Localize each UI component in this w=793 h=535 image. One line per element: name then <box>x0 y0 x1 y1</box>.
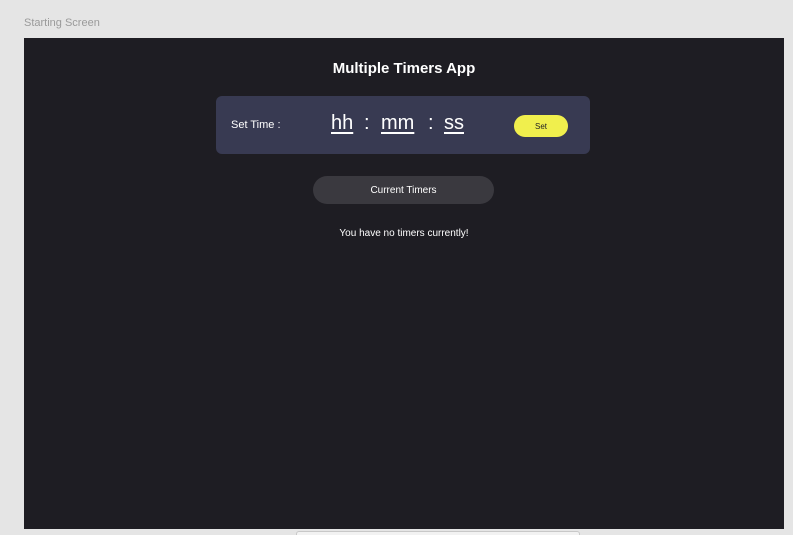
time-separator: : <box>364 112 370 134</box>
seconds-field[interactable]: ss <box>444 112 464 135</box>
hours-field[interactable]: hh <box>331 112 353 135</box>
bottom-scroll-tab <box>296 531 580 535</box>
minutes-field[interactable]: mm <box>381 112 414 135</box>
time-separator: : <box>428 112 434 134</box>
frame-label: Starting Screen <box>24 17 100 29</box>
design-canvas: Starting Screen Multiple Timers App Set … <box>0 0 793 535</box>
current-timers-button[interactable]: Current Timers <box>313 176 494 204</box>
set-time-label: Set Time : <box>231 119 281 131</box>
app-title: Multiple Timers App <box>332 60 476 77</box>
set-button[interactable]: Set <box>514 115 568 137</box>
set-time-panel: Set Time : hh : mm : ss Set <box>216 96 590 154</box>
app-screen: Multiple Timers App Set Time : hh : mm :… <box>24 38 784 529</box>
no-timers-message: You have no timers currently! <box>339 228 469 239</box>
